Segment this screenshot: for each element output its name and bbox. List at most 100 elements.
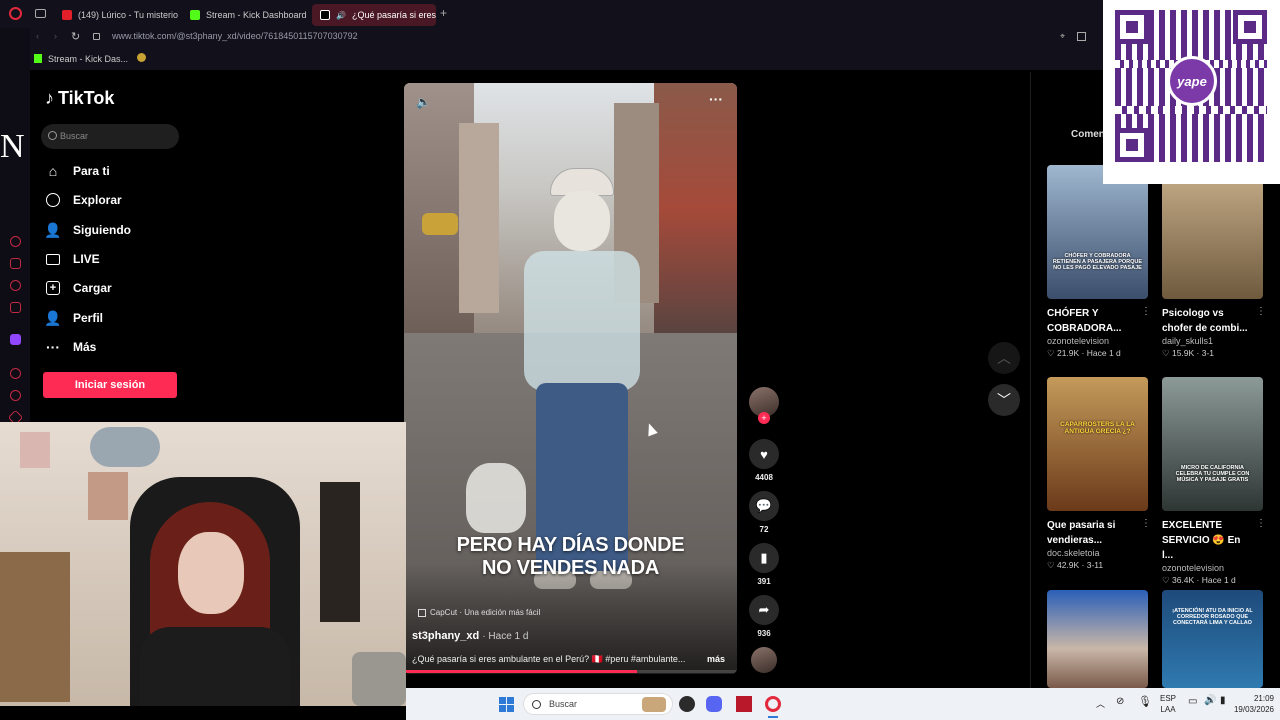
volume-icon[interactable]: 🔈 [416,95,431,109]
sound-avatar[interactable] [749,647,779,673]
tray-chevron-icon[interactable]: ︿ [1096,697,1105,710]
car [422,213,458,235]
nav-explorar[interactable]: Explorar [45,192,122,208]
mic-icon[interactable]: 🎙 [1138,695,1152,708]
related-video-card[interactable]: MICRO DE CALIFORNIA CELEBRA TU CUMPLE CO… [1162,377,1266,586]
share-action[interactable]: ➦ 936 [749,595,779,638]
tiktok-note-icon: ♪ [45,88,54,108]
url-field[interactable]: www.tiktok.com/@st3phany_xd/video/761845… [112,31,358,41]
video-thumbnail[interactable]: ¡ATENCIÓN! ATU DA INICIO AL CORREDOR ROS… [1162,590,1263,688]
battery-icon[interactable]: ▮ [1220,695,1226,706]
opera-taskbar-icon[interactable] [765,696,781,712]
card-more-icon[interactable]: ⋮ [1141,518,1151,529]
related-video-card[interactable]: CAPARROSTERS LA LA ANTIGUA GRECIA ¿? Que… [1047,377,1151,571]
comment-icon[interactable]: 💬 [749,491,779,521]
tab-youtube[interactable]: (149) Lúrico - Tu misterios [54,4,178,26]
tab-tiktok[interactable]: 🔊 ¿Qué pasaría si eres ar [312,4,436,26]
pin-icon[interactable]: ⌖ [1060,31,1065,42]
play-icon[interactable] [10,368,21,379]
follow-plus-icon[interactable]: + [758,412,770,424]
comments-tab[interactable]: Comen [1071,129,1105,140]
bookmark-icon[interactable] [137,53,146,62]
webcam-overlay [0,422,406,706]
video-thumbnail[interactable]: CHÓFER Y COBRADORA RETIENEN A PASAJERA P… [1047,165,1148,299]
related-video-card[interactable]: Psicologo vs chofer de combi... ⋮ daily_… [1162,165,1266,359]
obs-icon[interactable] [679,696,695,712]
nav-siguiendo[interactable]: 👤 Siguiendo [44,222,131,238]
video-thumbnail[interactable]: MICRO DE CALIFORNIA CELEBRA TU CUMPLE CO… [1162,377,1263,511]
discord-icon[interactable] [706,696,722,712]
card-more-icon[interactable]: ⋮ [1256,306,1266,317]
related-video-card[interactable] [1047,590,1151,688]
card-author[interactable]: ozonotelevision [1047,336,1151,346]
card-author[interactable]: doc.skeletoia [1047,548,1151,558]
kick-bookmark-icon [34,54,42,63]
reload-icon[interactable]: ↻ [71,30,80,43]
author-avatar[interactable]: + [749,387,779,424]
heart-icon[interactable]: ♥ [749,439,779,469]
bookmark-icon[interactable]: ▮ [749,543,779,573]
new-tab-button[interactable]: + [440,6,447,20]
display-icon[interactable]: ▭ [1188,696,1197,707]
volume-tray-icon[interactable]: 🔊 [1204,695,1216,706]
tab-kick[interactable]: Stream - Kick Dashboard [182,4,308,26]
qr-band [1115,106,1267,114]
card-author[interactable]: ozonotelevision [1162,563,1266,573]
card-author[interactable]: daily_skulls1 [1162,336,1266,346]
share-icon[interactable]: ➦ [749,595,779,625]
bookmark-kick[interactable]: Stream - Kick Das... [48,54,128,64]
history-icon[interactable] [10,236,21,247]
back-icon[interactable]: ‹ [36,31,39,41]
tab-overview-icon[interactable] [35,9,46,18]
tiktok-logo[interactable]: ♪ TikTok [45,88,114,109]
taskbar-search-label: Buscar [549,699,578,709]
speaker-icon[interactable]: 🔊 [336,11,346,20]
video-thumbnail[interactable]: CAPARROSTERS LA LA ANTIGUA GRECIA ¿? [1047,377,1148,511]
mail-icon[interactable] [10,302,21,313]
video-author[interactable]: st3phany_xd [412,630,479,642]
related-video-card[interactable]: ¡ATENCIÓN! ATU DA INICIO AL CORREDOR ROS… [1162,590,1266,688]
nav-para-ti[interactable]: ⌂ Para ti [45,163,110,179]
opera-icon[interactable] [9,7,22,20]
related-video-card[interactable]: CHÓFER Y COBRADORA RETIENEN A PASAJERA P… [1047,165,1151,359]
progress-bar[interactable] [404,670,737,673]
next-video-button[interactable]: ﹀ [988,384,1020,416]
card-more-icon[interactable]: ⋮ [1141,306,1151,317]
network-off-icon[interactable]: ⊘ [1116,696,1124,707]
like-action[interactable]: ♥ 4408 [749,439,779,482]
app-red-icon[interactable] [736,696,752,712]
qr-finder-tl [1115,10,1149,44]
clock[interactable]: 21:09 19/03/2026 [1226,693,1274,715]
video-more-icon[interactable]: ··· [709,91,723,107]
search-box[interactable]: Buscar [41,124,179,149]
capcut-tag[interactable]: CapCut · Una edición más fácil [418,608,540,617]
nav-perfil[interactable]: 👤 Perfil [44,310,103,326]
twitch-icon[interactable] [10,334,21,345]
language-indicator[interactable]: ESP LAA [1160,693,1176,715]
comment-action[interactable]: 💬 72 [749,491,779,534]
address-bar-row: ‹ › ↻ www.tiktok.com/@st3phany_xd/video/… [30,28,1280,48]
more-link[interactable]: más [707,654,725,664]
video-thumbnail[interactable] [1162,165,1263,299]
taskbar-search[interactable]: Buscar [523,693,673,715]
forward-icon[interactable]: › [54,31,57,41]
nav-cargar[interactable]: + Cargar [45,280,112,296]
messenger-icon[interactable] [10,280,21,291]
card-title: EXCELENTE SERVICIO 😍 En l... [1162,520,1241,561]
login-button[interactable]: Iniciar sesión [43,372,177,398]
save-action[interactable]: ▮ 391 [749,543,779,586]
thumb-caption: ¡ATENCIÓN! ATU DA INICIO AL CORREDOR ROS… [1172,608,1253,626]
video-thumbnail[interactable] [1047,590,1148,688]
bag-icon[interactable] [10,258,21,269]
bookmarks-bar: Stream - Kick Das... [30,48,1280,70]
video-player[interactable]: 🔈 ··· PERO HAY DÍAS DONDE NO VENDES NADA… [404,83,737,674]
snapshot-icon[interactable] [1077,32,1086,41]
kick-icon [190,10,200,20]
nav-live[interactable]: LIVE [45,251,100,267]
card-title: Psicologo vs chofer de combi... [1162,308,1248,334]
nav-mas[interactable]: ··· Más [45,339,96,355]
card-more-icon[interactable]: ⋮ [1256,518,1266,529]
clock-icon[interactable] [10,390,21,401]
windows-start-icon[interactable] [499,697,514,712]
previous-video-button[interactable]: ︿ [988,342,1020,374]
